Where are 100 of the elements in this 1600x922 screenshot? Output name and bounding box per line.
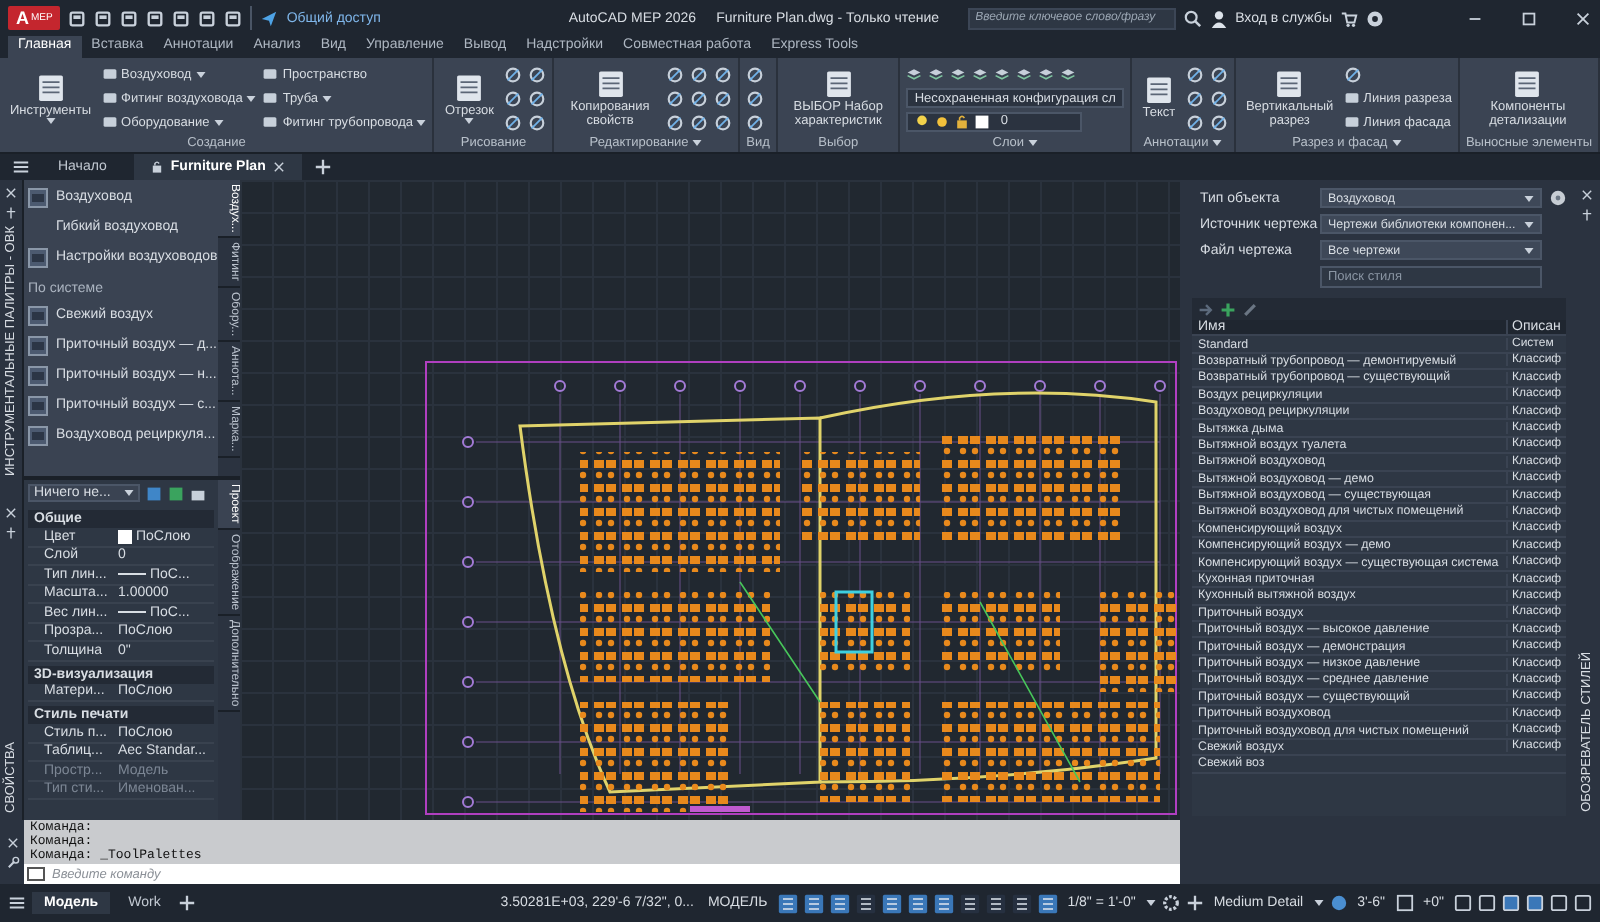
tool-icon[interactable] [503, 113, 522, 131]
close-icon[interactable] [271, 160, 286, 174]
tool-icon [593, 67, 628, 102]
tool-icon[interactable] [714, 65, 733, 83]
lightbulb-icon [914, 114, 931, 130]
layer-tool-icon[interactable] [1060, 66, 1077, 82]
tool-icon[interactable] [714, 113, 733, 131]
caret-icon[interactable] [1313, 900, 1324, 906]
drafting-toggle-icon[interactable] [855, 893, 876, 913]
maximize-icon[interactable] [1520, 9, 1538, 27]
caret-icon [1391, 140, 1402, 146]
tool-icon[interactable] [1209, 65, 1228, 83]
close-icon[interactable] [1579, 188, 1593, 202]
arrow-icon[interactable] [1198, 301, 1214, 317]
caret-icon [692, 140, 703, 146]
close-icon[interactable] [5, 835, 19, 849]
quick-select-icon[interactable] [168, 485, 184, 501]
tool-icon[interactable] [503, 65, 522, 83]
tool-icon[interactable] [714, 89, 733, 107]
search-icon[interactable] [1183, 9, 1202, 27]
duct-icon [28, 187, 48, 207]
caret-icon [246, 95, 257, 101]
tool-icon [1141, 74, 1176, 109]
tool-icon[interactable] [690, 89, 709, 107]
drafting-toggle-icon[interactable] [933, 893, 954, 913]
tool-icon[interactable] [746, 113, 765, 131]
lock-icon [150, 160, 165, 174]
tool-icon[interactable] [527, 113, 546, 131]
caret-icon [1524, 247, 1534, 253]
layer-tool-icon[interactable] [972, 66, 989, 82]
tool-icon[interactable] [690, 65, 709, 83]
caret-icon [213, 119, 224, 125]
tool-icon[interactable] [666, 65, 685, 83]
color-swatch-icon [118, 529, 132, 544]
layer-tool-icon[interactable] [928, 66, 945, 82]
tool-icon[interactable] [746, 65, 765, 83]
caret-icon [124, 490, 134, 496]
duct-icon [28, 247, 48, 267]
pin-icon[interactable] [4, 526, 18, 540]
drafting-toggle-icon[interactable] [985, 893, 1006, 913]
gear-icon[interactable] [1161, 894, 1180, 912]
drafting-toggle-icon[interactable] [1037, 893, 1058, 913]
tool-icon[interactable] [690, 113, 709, 131]
command-prompt-icon[interactable] [24, 864, 48, 884]
plus-icon[interactable] [313, 158, 332, 176]
tool-icon[interactable] [1185, 65, 1204, 83]
plus-icon[interactable] [1220, 301, 1236, 317]
drafting-toggle-icon[interactable] [829, 893, 850, 913]
caret-icon [1212, 140, 1223, 146]
sun-icon [934, 114, 951, 130]
tool-icon [33, 71, 68, 106]
tool-icon[interactable] [1185, 113, 1204, 131]
caret-icon [416, 119, 427, 125]
drafting-toggle-icon[interactable] [803, 893, 824, 913]
pin-icon[interactable] [4, 206, 18, 220]
globe-icon[interactable] [1329, 894, 1348, 912]
caret-icon [464, 118, 475, 125]
select-objects-icon[interactable] [146, 485, 162, 501]
layer-tool-icon[interactable] [950, 66, 967, 82]
drafting-toggle-icon[interactable] [777, 893, 798, 913]
layer-tool-icon[interactable] [1016, 66, 1033, 82]
tool-icon[interactable] [527, 65, 546, 83]
tool-icon [1510, 67, 1545, 102]
layer-tool-icon[interactable] [1038, 66, 1055, 82]
layer-tool-icon[interactable] [994, 66, 1011, 82]
help-icon[interactable] [1550, 190, 1566, 206]
line-sample-icon [118, 608, 146, 617]
tool-icon[interactable] [666, 89, 685, 107]
pin-icon[interactable] [1579, 208, 1593, 222]
layer-tool-icon[interactable] [906, 66, 923, 82]
tool-icon [1272, 67, 1307, 102]
cart-icon[interactable] [1339, 9, 1358, 27]
help-icon[interactable] [1365, 9, 1384, 27]
tool-icon[interactable] [666, 113, 685, 131]
caret-icon [322, 95, 333, 101]
drafting-toggle-icon[interactable] [1011, 893, 1032, 913]
menu-icon[interactable] [8, 894, 26, 912]
wrench-icon[interactable] [5, 855, 19, 869]
menu-icon[interactable] [12, 158, 30, 176]
tool-icon[interactable] [1209, 113, 1228, 131]
caret-icon [195, 71, 206, 77]
user-icon [1209, 9, 1228, 27]
tool-icon[interactable] [1343, 65, 1362, 83]
swatch-icon [974, 114, 991, 130]
close-icon[interactable] [4, 506, 18, 520]
tool-icon[interactable] [503, 89, 522, 107]
close-icon[interactable] [1574, 9, 1592, 27]
drafting-toggle-icon[interactable] [881, 893, 902, 913]
tool-icon[interactable] [1185, 89, 1204, 107]
tool-icon[interactable] [746, 89, 765, 107]
drawing-canvas[interactable] [240, 180, 1180, 820]
caret-icon[interactable] [1145, 900, 1156, 906]
tool-icon[interactable] [527, 89, 546, 107]
tool-icon[interactable] [1209, 89, 1228, 107]
caret-icon [1524, 221, 1534, 227]
drafting-toggle-icon[interactable] [907, 893, 928, 913]
plus-icon[interactable] [178, 894, 197, 912]
drafting-toggle-icon[interactable] [959, 893, 980, 913]
plus-icon[interactable] [1185, 894, 1204, 912]
close-icon[interactable] [4, 186, 18, 200]
